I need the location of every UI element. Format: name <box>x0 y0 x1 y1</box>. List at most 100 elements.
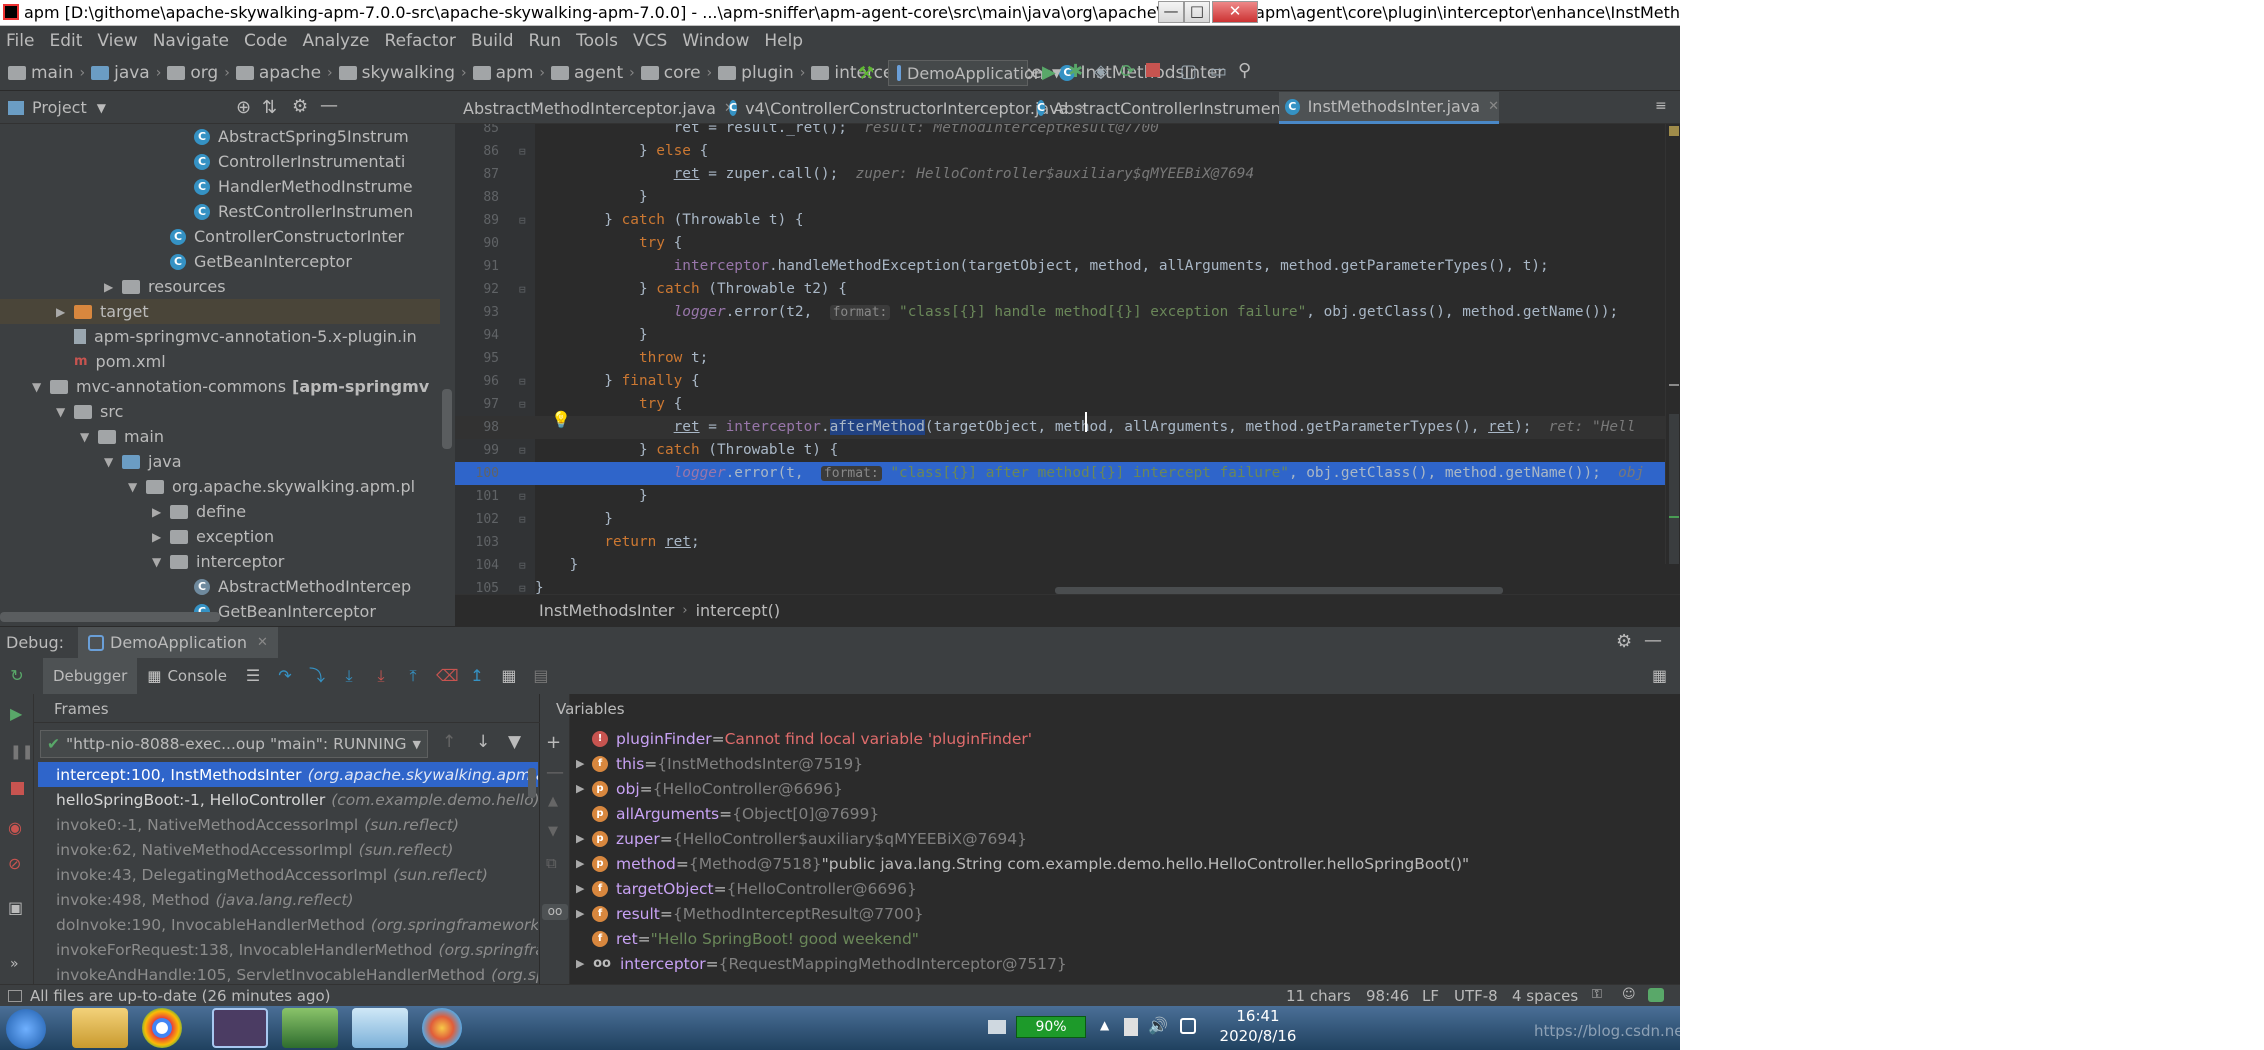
lightbulb-icon[interactable]: 💡 <box>551 410 571 429</box>
code-line[interactable]: 90 try { <box>455 232 1680 255</box>
editor-tab[interactable]: CAbstractControllerInstrumentation.java✕ <box>1031 92 1385 124</box>
line-number[interactable]: 97 <box>463 393 499 416</box>
tree-item[interactable]: ▼ org.apache.skywalking.apm.pl <box>0 474 440 499</box>
breadcrumb-item[interactable]: java › <box>91 63 161 83</box>
project-panel-title[interactable]: Project <box>32 98 87 117</box>
arrow-down-icon[interactable]: ↓ <box>476 732 490 752</box>
thread-select[interactable]: ✔ "http-nio-8088-exec...oup "main": RUNN… <box>40 730 428 758</box>
line-number[interactable]: 105 <box>463 577 499 594</box>
show-execution-point-icon[interactable]: ↷ <box>276 667 294 685</box>
code-line[interactable]: 101 ⊟ } <box>455 485 1680 508</box>
fold-icon[interactable]: ⊟ <box>519 439 526 462</box>
variable-row[interactable]: p allArguments = {Object[0]@7699} <box>570 801 879 826</box>
event-log-icon[interactable] <box>1648 988 1664 1002</box>
tree-item[interactable]: C AbstractMethodIntercep <box>0 574 440 599</box>
profile-icon[interactable]: ⟳ <box>1120 61 1135 82</box>
chevron-right-icon[interactable]: ▶ <box>576 782 592 795</box>
tree-item[interactable]: C HandlerMethodInstrume <box>0 174 440 199</box>
line-number[interactable]: 90 <box>463 232 499 255</box>
fold-icon[interactable]: ⊟ <box>519 278 526 301</box>
line-number[interactable]: 93 <box>463 301 499 324</box>
lock-icon[interactable]: ⚿ <box>1592 987 1602 1002</box>
move-down-icon[interactable]: ▼ <box>548 824 558 839</box>
fold-icon[interactable]: ⊟ <box>519 140 526 163</box>
menu-item-help[interactable]: Help <box>764 31 803 51</box>
line-number[interactable]: 103 <box>463 531 499 554</box>
force-step-into-icon[interactable]: ⤓ <box>372 667 390 685</box>
tree-item[interactable]: ▼ main <box>0 424 440 449</box>
menu-item-refactor[interactable]: Refactor <box>385 31 456 51</box>
step-out-icon[interactable]: ⤒ <box>404 667 422 685</box>
close-icon[interactable]: ✕ <box>257 635 268 650</box>
tree-hscrollbar[interactable] <box>0 612 220 622</box>
breadcrumb-item[interactable]: org › <box>167 63 230 83</box>
breadcrumb-item[interactable]: apm › <box>472 63 545 83</box>
line-separator[interactable]: LF <box>1422 987 1439 1005</box>
close-button[interactable]: ✕ <box>1212 1 1258 23</box>
line-number[interactable]: 102 <box>463 508 499 531</box>
chevron-down-icon[interactable]: ▼ <box>97 101 106 115</box>
chevron-down-icon[interactable]: ▼ <box>32 380 46 394</box>
tree-item[interactable]: C GetBeanInterceptor <box>0 249 440 274</box>
code-line[interactable]: 98 ret = interceptor.afterMethod(targetO… <box>455 416 1680 439</box>
tree-item[interactable]: ▼ interceptor <box>0 549 440 574</box>
chevron-down-icon[interactable]: ▼ <box>56 405 70 419</box>
code-line[interactable]: 85 ret = result._ret(); result: MethodIn… <box>455 124 1680 140</box>
stack-frame[interactable]: invoke:498, Method (java.lang.reflect) <box>38 887 538 912</box>
chevron-right-icon[interactable]: ▶ <box>576 907 592 920</box>
menu-item-run[interactable]: Run <box>529 31 562 51</box>
menu-item-view[interactable]: View <box>97 31 137 51</box>
maximize-button[interactable]: □ <box>1184 1 1210 23</box>
build-hammer-icon[interactable]: ⚒ <box>858 63 878 84</box>
battery-indicator[interactable]: 90% <box>1016 1016 1086 1038</box>
view-breakpoints-icon[interactable]: ◉ <box>8 818 22 837</box>
drop-frame-icon[interactable]: ⌫ <box>436 667 459 685</box>
frames-scrollbar[interactable] <box>528 768 536 798</box>
evaluate-expression-icon[interactable]: ▦ <box>500 667 518 685</box>
chevron-right-icon[interactable]: ▶ <box>152 505 166 519</box>
more-icon[interactable]: » <box>10 956 19 972</box>
line-number[interactable]: 87 <box>463 163 499 186</box>
tab-console[interactable]: ▦ Console <box>137 658 237 694</box>
code-line[interactable]: 97 ⊟ try { <box>455 393 1680 416</box>
chevron-down-icon[interactable]: ▼ <box>128 480 142 494</box>
start-button[interactable] <box>6 1009 46 1049</box>
hide-panel-icon[interactable]: — <box>1644 630 1662 651</box>
variable-row[interactable]: ▶ p zuper = {HelloController$auxiliary$qMY… <box>570 826 1027 851</box>
add-watch-icon[interactable]: + <box>546 732 561 753</box>
menu-item-vcs[interactable]: VCS <box>633 31 667 51</box>
breadcrumb-class[interactable]: InstMethodsInter <box>539 601 674 620</box>
tree-item[interactable]: ▶ target <box>0 299 440 324</box>
tree-item[interactable]: ▼ mvc-annotation-commons [apm-springmv <box>0 374 440 399</box>
chevron-right-icon[interactable]: ▶ <box>152 530 166 544</box>
fold-icon[interactable]: ⊟ <box>519 485 526 508</box>
menu-item-build[interactable]: Build <box>471 31 514 51</box>
tree-item[interactable]: C ControllerConstructorInter <box>0 224 440 249</box>
code-line[interactable]: 93 logger.error(t2, format: "class[{}] h… <box>455 301 1680 324</box>
scroll-thumb[interactable] <box>1669 414 1679 564</box>
code-line[interactable]: 87 ret = zuper.call(); zuper: HelloContr… <box>455 163 1680 186</box>
stack-frame[interactable]: helloSpringBoot:-1, HelloController (com.… <box>38 787 538 812</box>
move-up-icon[interactable]: ▲ <box>548 794 558 809</box>
notepad-taskbar-icon[interactable] <box>352 1008 408 1048</box>
hide-panel-icon[interactable]: — <box>320 95 338 116</box>
code-line[interactable]: 91 interceptor.handleMethodException(tar… <box>455 255 1680 278</box>
chevron-right-icon[interactable]: ▶ <box>576 832 592 845</box>
terminal-taskbar-icon[interactable] <box>282 1008 338 1048</box>
code-line[interactable]: 99 ⊟ } catch (Throwable t) { <box>455 439 1680 462</box>
line-number[interactable]: 88 <box>463 186 499 209</box>
keyboard-icon[interactable] <box>988 1020 1006 1034</box>
line-number[interactable]: 100 <box>463 462 499 485</box>
chevron-right-icon[interactable]: ▶ <box>576 857 592 870</box>
menu-item-code[interactable]: Code <box>244 31 288 51</box>
debug-session-tab[interactable]: DemoApplication ✕ <box>78 626 278 659</box>
run-icon[interactable]: ▶ <box>1042 62 1056 83</box>
menu-item-window[interactable]: Window <box>682 31 749 51</box>
line-number[interactable]: 98 <box>463 416 499 439</box>
run-config-select[interactable]: DemoApplication ▼ <box>888 60 1061 86</box>
chevron-down-icon[interactable]: ▼ <box>152 555 166 569</box>
clock-time[interactable]: 16:41 <box>1218 1007 1298 1025</box>
stack-frame[interactable]: invokeForRequest:138, InvocableHandlerMe… <box>38 937 538 962</box>
breadcrumb-item[interactable]: core › <box>640 63 712 83</box>
variable-row[interactable]: ▶ f this = {InstMethodsInter@7519} <box>570 751 863 776</box>
